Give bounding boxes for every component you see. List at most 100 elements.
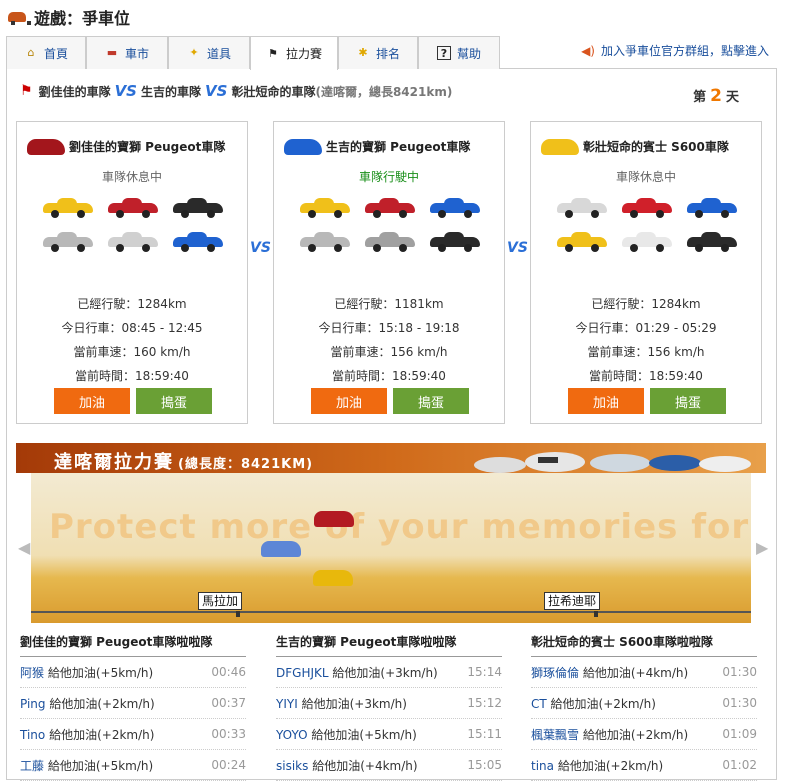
banner-length: (總長度：8421KM) xyxy=(178,457,314,472)
current-time: 當前時間：18:59:40 xyxy=(589,369,703,383)
milestone-marker xyxy=(594,611,598,617)
cheer-user-link[interactable]: 楓葉飄雪 xyxy=(531,728,579,742)
car-image xyxy=(364,232,415,252)
car-image xyxy=(621,198,672,218)
cheer-list-title: 生吉的寶獅 Peugeot車隊啦啦隊 xyxy=(276,633,502,657)
current-time: 當前時間：18:59:40 xyxy=(332,369,446,383)
car-image xyxy=(173,198,224,218)
tab-car-market[interactable]: ▬ 車市 xyxy=(86,36,168,69)
cheer-user-link[interactable]: CT xyxy=(531,697,547,711)
team-status: 車隊休息中 xyxy=(101,170,162,184)
car-grid xyxy=(35,198,231,252)
list-item: 獅琢倫倫 給他加油(+4km/h) 01:30 xyxy=(531,657,757,688)
trick-button[interactable]: 搗蛋 xyxy=(136,388,212,414)
current-speed: 當前車速：156 km/h xyxy=(587,345,705,359)
today-schedule: 今日行車：15:18 - 19:18 xyxy=(318,321,460,335)
current-speed: 當前車速：160 km/h xyxy=(73,345,191,359)
cheer-user-link[interactable]: 工藤 xyxy=(20,759,44,773)
list-item: sisiks 給他加油(+4km/h) 15:05 xyxy=(276,750,502,781)
car-image xyxy=(687,232,738,252)
car-image xyxy=(42,232,93,252)
home-icon: ⌂ xyxy=(27,46,35,59)
current-speed: 當前車速：156 km/h xyxy=(330,345,448,359)
cheer-list-1: 劉佳佳的寶獅 Peugeot車隊啦啦隊 阿猴 給他加油(+5km/h) 00:46… xyxy=(20,633,246,781)
checkered-flag-icon: ⚑ xyxy=(268,46,278,60)
list-item: DFGHJKL 給他加油(+3km/h) 15:14 xyxy=(276,657,502,688)
car-image xyxy=(430,232,481,252)
team-stats: 已經行駛：1284km 今日行車：08:45 - 12:45 當前車速：160 … xyxy=(17,292,247,388)
cheer-user-link[interactable]: sisiks xyxy=(276,759,308,773)
team-title: 彰壯短命的賓士 S600車隊 xyxy=(583,140,729,154)
join-group-link[interactable]: ◀) 加入爭車位官方群組，點擊進入 xyxy=(581,42,769,59)
cheer-list-3: 彰壯短命的賓士 S600車隊啦啦隊 獅琢倫倫 給他加油(+4km/h) 01:30… xyxy=(531,633,757,781)
car-image xyxy=(299,198,350,218)
current-time: 當前時間：18:59:40 xyxy=(75,369,189,383)
car-image xyxy=(621,232,672,252)
cheer-user-link[interactable]: tina xyxy=(531,759,554,773)
list-item: tina 給他加油(+2km/h) 01:02 xyxy=(531,750,757,781)
list-item: Tino 給他加油(+2km/h) 00:33 xyxy=(20,719,246,750)
team-title: 生吉的寶獅 Peugeot車隊 xyxy=(326,140,471,154)
list-item: CT 給他加油(+2km/h) 01:30 xyxy=(531,688,757,719)
car-grid xyxy=(292,198,488,252)
car-image xyxy=(107,232,158,252)
tab-rally[interactable]: ⚑ 拉力賽 xyxy=(250,36,338,70)
list-item: 工藤 給他加油(+5km/h) 00:24 xyxy=(20,750,246,781)
yellow-race-car xyxy=(313,570,353,586)
team-panel-2: 生吉的寶獅 Peugeot車隊 車隊行駛中 已經行駛：1181km 今日行車：1… xyxy=(273,121,505,424)
gas-button[interactable]: 加油 xyxy=(54,388,130,414)
car-image xyxy=(107,198,158,218)
team-car-icon xyxy=(541,138,579,155)
cheer-user-link[interactable]: 阿猴 xyxy=(20,666,44,680)
team-panel-1: 劉佳佳的寶獅 Peugeot車隊 車隊休息中 已經行駛：1284km 今日行車：… xyxy=(16,121,248,424)
scroll-right-arrow[interactable]: ▶ xyxy=(756,538,768,557)
wand-icon: ✦ xyxy=(189,46,199,59)
match-title: ⚑ 劉佳佳的車隊 VS 生吉的車隊 VS 彰壯短命的車隊 (達喀爾，總長8421… xyxy=(20,82,453,100)
cheer-user-link[interactable]: DFGHJKL xyxy=(276,666,329,680)
list-item: 阿猴 給他加油(+5km/h) 00:46 xyxy=(20,657,246,688)
car-image xyxy=(42,198,93,218)
list-item: Ping 給他加油(+2km/h) 00:37 xyxy=(20,688,246,719)
cheer-user-link[interactable]: 獅琢倫倫 xyxy=(531,666,579,680)
cheer-user-link[interactable]: YIYI xyxy=(276,697,298,711)
vs-label: VS xyxy=(250,240,271,256)
car-image xyxy=(299,232,350,252)
banner-cars-image xyxy=(474,452,751,473)
page-title: 遊戲：爭車位 xyxy=(34,9,131,28)
trick-button[interactable]: 搗蛋 xyxy=(393,388,469,414)
team-stats: 已經行駛：1284km 今日行車：01:29 - 05:29 當前車速：156 … xyxy=(531,292,761,388)
track-road xyxy=(31,611,751,613)
milestone-label: 馬拉加 xyxy=(198,592,243,610)
scroll-left-arrow[interactable]: ◀ xyxy=(18,538,30,557)
cheer-user-link[interactable]: Ping xyxy=(20,697,46,711)
rally-banner: 達喀爾拉力賽 (總長度：8421KM) xyxy=(16,443,766,473)
tab-items[interactable]: ✦ 道具 xyxy=(168,36,250,69)
tab-ranking[interactable]: ✱ 排名 xyxy=(338,36,418,69)
distance: 已經行駛：1284km xyxy=(591,297,701,311)
cheer-user-link[interactable]: Tino xyxy=(20,728,45,742)
cheer-list-title: 彰壯短命的賓士 S600車隊啦啦隊 xyxy=(531,633,757,657)
track-slogan: Protect more of your memories for less! xyxy=(49,507,751,547)
trick-button[interactable]: 搗蛋 xyxy=(650,388,726,414)
team-status: 車隊行駛中 xyxy=(358,170,419,184)
flag-icon: ⚑ xyxy=(20,83,33,99)
car-image xyxy=(687,198,738,218)
banner-title: 達喀爾拉力賽 xyxy=(54,452,174,473)
gas-button[interactable]: 加油 xyxy=(311,388,387,414)
tab-home[interactable]: ⌂ 首頁 xyxy=(6,36,86,69)
distance: 已經行駛：1284km xyxy=(77,297,187,311)
team-car-icon xyxy=(27,138,65,155)
help-icon: ? xyxy=(436,46,451,60)
blue-race-car xyxy=(261,541,301,557)
list-item: YIYI 給他加油(+3km/h) 15:12 xyxy=(276,688,502,719)
gas-button[interactable]: 加油 xyxy=(568,388,644,414)
cheer-user-link[interactable]: YOYO xyxy=(276,728,308,742)
car-image xyxy=(364,198,415,218)
today-schedule: 今日行車：08:45 - 12:45 xyxy=(61,321,203,335)
car-image xyxy=(556,232,607,252)
list-item: 楓葉飄雪 給他加油(+2km/h) 01:09 xyxy=(531,719,757,750)
tab-help[interactable]: ? 幫助 xyxy=(418,36,500,69)
car-icon xyxy=(8,12,31,25)
distance: 已經行駛：1181km xyxy=(334,297,444,311)
team-car-icon xyxy=(284,138,322,155)
